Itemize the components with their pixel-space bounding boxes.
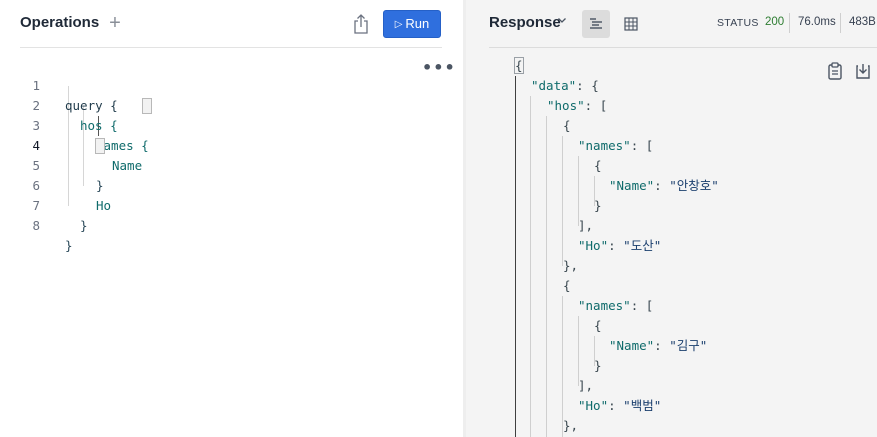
- response-pane: Response STATUS 200 76.0ms 483B {"data"…: [466, 0, 877, 437]
- json-string: "김구": [669, 338, 708, 353]
- json-line: "data": {: [531, 76, 599, 96]
- json-key: "names": [578, 298, 631, 313]
- json-brace: }: [594, 198, 602, 213]
- response-size: 483B: [849, 16, 876, 28]
- code-line: 4 Name: [20, 116, 450, 173]
- play-icon: ▷: [394, 19, 403, 30]
- operations-header: Operations + ▷ Run: [20, 0, 442, 48]
- table-view-icon[interactable]: [617, 10, 645, 38]
- json-line: "names": [: [578, 136, 653, 156]
- json-key: "Name": [609, 178, 655, 193]
- json-key: "Name": [609, 338, 655, 353]
- matching-bracket-highlight: [95, 138, 105, 154]
- code-line: 7 }: [20, 176, 450, 233]
- json-punct: : [: [630, 138, 654, 153]
- json-guide-active: [515, 76, 516, 437]
- share-icon[interactable]: [351, 13, 371, 35]
- json-view-icon[interactable]: [582, 10, 610, 38]
- json-punct: :: [608, 238, 624, 253]
- json-punct: :: [608, 398, 624, 413]
- json-string: "안창호": [669, 178, 719, 193]
- status-label: STATUS: [717, 17, 759, 29]
- operations-title: Operations: [20, 14, 100, 31]
- json-brace: {: [594, 158, 602, 173]
- json-brace: {: [514, 57, 524, 74]
- json-brace: },: [563, 258, 579, 273]
- json-line: ],: [578, 216, 593, 236]
- operations-pane: Operations + ▷ Run ••• 1 query { 2 hos { …: [0, 0, 463, 437]
- response-time: 76.0ms: [798, 16, 836, 28]
- code-line: 8 }: [20, 196, 450, 253]
- code-line: 2 hos {: [20, 76, 450, 133]
- response-json-viewer[interactable]: { "data": { "hos": [ { "names": [ { "Nam…: [489, 48, 877, 437]
- json-guide: [546, 116, 547, 437]
- json-string: "도산": [623, 238, 662, 253]
- json-punct: : [: [630, 298, 654, 313]
- divider: [789, 13, 790, 33]
- code-text: }: [80, 218, 88, 233]
- json-line: }: [594, 356, 602, 376]
- json-line: },: [563, 256, 578, 276]
- code-text: }: [65, 238, 73, 253]
- json-line: },: [563, 416, 578, 436]
- json-line: {: [563, 116, 571, 136]
- run-label: Run: [405, 16, 430, 31]
- divider: [840, 13, 841, 33]
- json-punct: : {: [576, 78, 599, 93]
- json-line: }: [594, 196, 602, 216]
- json-key: "Ho": [578, 238, 609, 253]
- json-key: "Ho": [578, 398, 609, 413]
- json-brace: },: [563, 418, 579, 433]
- json-punct: : [: [584, 98, 608, 113]
- json-line: "Ho": "백범": [578, 396, 661, 416]
- json-brace: ],: [578, 218, 594, 233]
- chevron-down-icon[interactable]: [557, 15, 567, 28]
- json-line: "Name": "김구": [609, 336, 707, 356]
- json-brace: {: [563, 278, 571, 293]
- json-string: "백범": [623, 398, 662, 413]
- line-number: 8: [32, 218, 40, 233]
- json-brace: {: [563, 118, 571, 133]
- matching-bracket-highlight: [142, 98, 152, 114]
- code-line: 1 query {: [20, 56, 450, 113]
- query-editor[interactable]: ••• 1 query { 2 hos { 3 names { 4 Name 5…: [20, 56, 454, 253]
- json-line: "names": [: [578, 296, 653, 316]
- json-line: {: [563, 276, 571, 296]
- code-line: 6 Ho: [20, 156, 450, 213]
- json-line: ],: [578, 376, 593, 396]
- code-line: 5 }: [20, 136, 450, 193]
- json-punct: :: [654, 338, 670, 353]
- json-brace: }: [594, 358, 602, 373]
- code-line: 3 names {: [20, 96, 450, 153]
- json-line: {: [594, 156, 602, 176]
- json-brace: {: [594, 318, 602, 333]
- response-header: Response STATUS 200 76.0ms 483B: [489, 0, 877, 48]
- json-line: "Name": "안창호": [609, 176, 719, 196]
- json-key: "names": [578, 138, 631, 153]
- json-brace: ],: [578, 378, 594, 393]
- json-key: "data": [531, 78, 577, 93]
- json-line: {: [514, 56, 524, 76]
- run-button[interactable]: ▷ Run: [383, 10, 441, 38]
- json-guide: [562, 136, 563, 266]
- json-line: "hos": [: [547, 96, 607, 116]
- json-punct: :: [654, 178, 670, 193]
- json-guide: [530, 96, 531, 437]
- response-title[interactable]: Response: [489, 14, 561, 31]
- json-line: "Ho": "도산": [578, 236, 661, 256]
- plus-icon[interactable]: +: [106, 12, 124, 34]
- json-line: {: [594, 316, 602, 336]
- status-code: 200: [765, 16, 785, 28]
- json-key: "hos": [547, 98, 585, 113]
